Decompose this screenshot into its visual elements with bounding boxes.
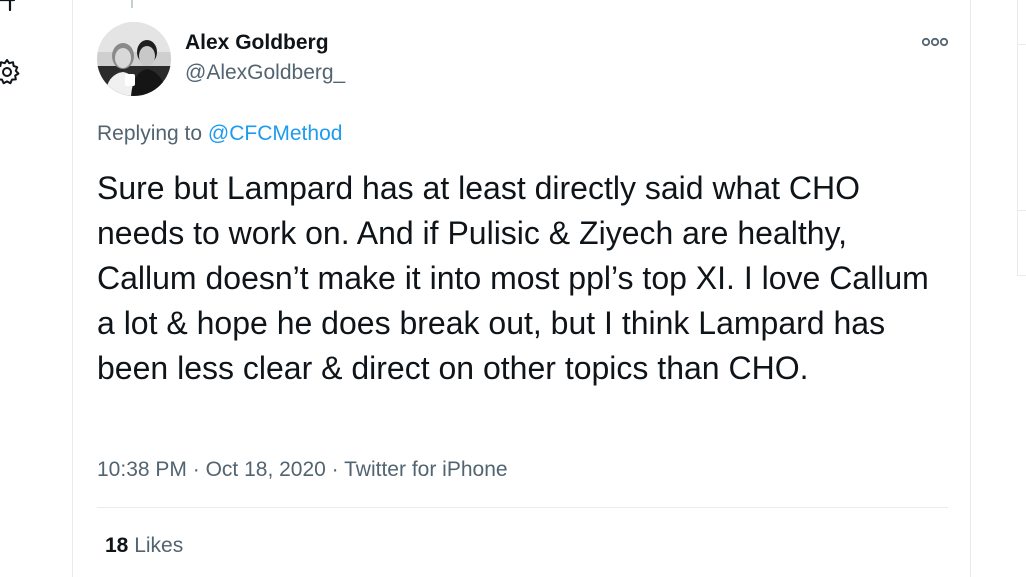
avatar-photo: [97, 22, 171, 96]
likes-count: 18: [105, 534, 129, 557]
replying-to-label: Replying to: [97, 122, 203, 145]
sidebar-divider: [1017, 44, 1026, 45]
tweet-time-link[interactable]: 10:38 PM: [97, 458, 187, 481]
replying-to-mention-link[interactable]: @CFCMethod: [208, 122, 343, 145]
tweet-column: Alex Goldberg @AlexGoldberg_ Replying to…: [72, 0, 971, 577]
sidebar-divider: [1017, 210, 1026, 211]
replying-to-line: Replying to @CFCMethod: [97, 121, 342, 147]
avatar[interactable]: [97, 22, 171, 96]
stats-divider: [97, 507, 948, 508]
partial-nav-icon[interactable]: [0, 0, 24, 16]
tweet-metadata: 10:38 PM · Oct 18, 2020 · Twitter for iP…: [97, 456, 508, 484]
tweet-detail-page: Alex Goldberg @AlexGoldberg_ Replying to…: [0, 0, 1026, 577]
tweet-source-link[interactable]: Twitter for iPhone: [344, 458, 507, 481]
likes-stat-link[interactable]: 18 Likes: [105, 532, 183, 560]
likes-label: Likes: [134, 534, 184, 557]
tweet-date-link[interactable]: Oct 18, 2020: [206, 458, 326, 481]
thread-connector-line: [131, 0, 133, 8]
more-options-icon[interactable]: [919, 30, 951, 54]
gear-icon[interactable]: [0, 57, 22, 87]
meta-separator: ·: [192, 458, 200, 481]
author-handle[interactable]: @AlexGoldberg_: [185, 60, 345, 86]
left-nav: [0, 0, 40, 577]
right-sidebar-fragment: [1017, 0, 1026, 577]
meta-separator: ·: [331, 458, 339, 481]
tweet-text: Sure but Lampard has at least directly s…: [97, 170, 929, 386]
sidebar-card-edge: [1017, 0, 1026, 276]
author-name[interactable]: Alex Goldberg: [185, 31, 329, 55]
